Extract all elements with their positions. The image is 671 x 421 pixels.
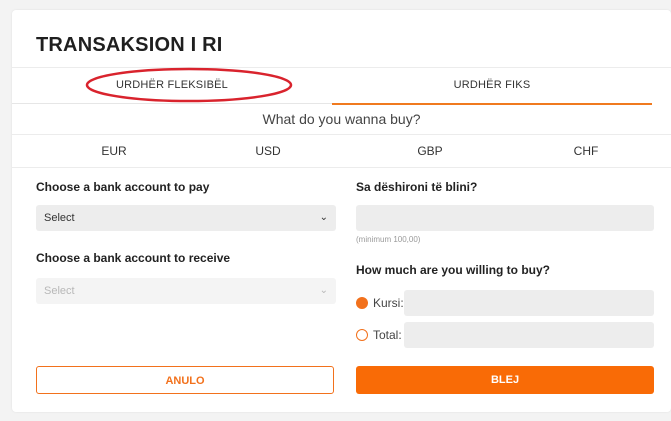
buy-prompt: What do you wanna buy?	[12, 104, 671, 135]
amount-label: Sa dëshironi të blini?	[356, 180, 478, 194]
tab-flexible-order[interactable]: URDHËR FLEKSIBËL	[12, 68, 332, 104]
amount-hint: (minimum 100,00)	[356, 235, 421, 244]
cancel-button[interactable]: ANULO	[36, 366, 334, 394]
order-type-tabs: URDHËR FLEKSIBËL URDHËR FIKS	[12, 67, 671, 105]
transaction-card: TRANSAKSION I RI URDHËR FLEKSIBËL URDHËR…	[12, 10, 671, 412]
kursi-label: Kursi:	[373, 296, 404, 310]
currency-selector: EUR USD GBP CHF	[12, 135, 671, 168]
currency-chf[interactable]: CHF	[546, 135, 626, 167]
pay-account-label: Choose a bank account to pay	[36, 180, 210, 194]
chevron-down-icon: ⌄	[319, 285, 328, 296]
amount-input[interactable]	[356, 205, 654, 231]
willing-label: How much are you willing to buy?	[356, 263, 551, 277]
kursi-option[interactable]: Kursi:	[356, 290, 654, 316]
pay-account-select-value: Select	[44, 212, 75, 224]
currency-gbp[interactable]: GBP	[390, 135, 470, 167]
kursi-input[interactable]	[404, 290, 654, 316]
total-option[interactable]: Total:	[356, 322, 654, 348]
total-label: Total:	[373, 328, 402, 342]
receive-account-select-value: Select	[44, 285, 75, 297]
tab-fixed-order[interactable]: URDHËR FIKS	[332, 68, 652, 105]
page-title: TRANSAKSION I RI	[36, 34, 223, 56]
chevron-down-icon: ⌄	[319, 212, 328, 223]
receive-account-select[interactable]: Select ⌄	[36, 278, 336, 304]
radio-selected-icon[interactable]	[356, 297, 368, 309]
currency-usd[interactable]: USD	[228, 135, 308, 167]
buy-button[interactable]: BLEJ	[356, 366, 654, 394]
pay-account-select[interactable]: Select ⌄	[36, 205, 336, 231]
radio-unselected-icon[interactable]	[356, 329, 368, 341]
currency-eur[interactable]: EUR	[74, 135, 154, 167]
receive-account-label: Choose a bank account to receive	[36, 251, 231, 265]
total-input[interactable]	[404, 322, 654, 348]
